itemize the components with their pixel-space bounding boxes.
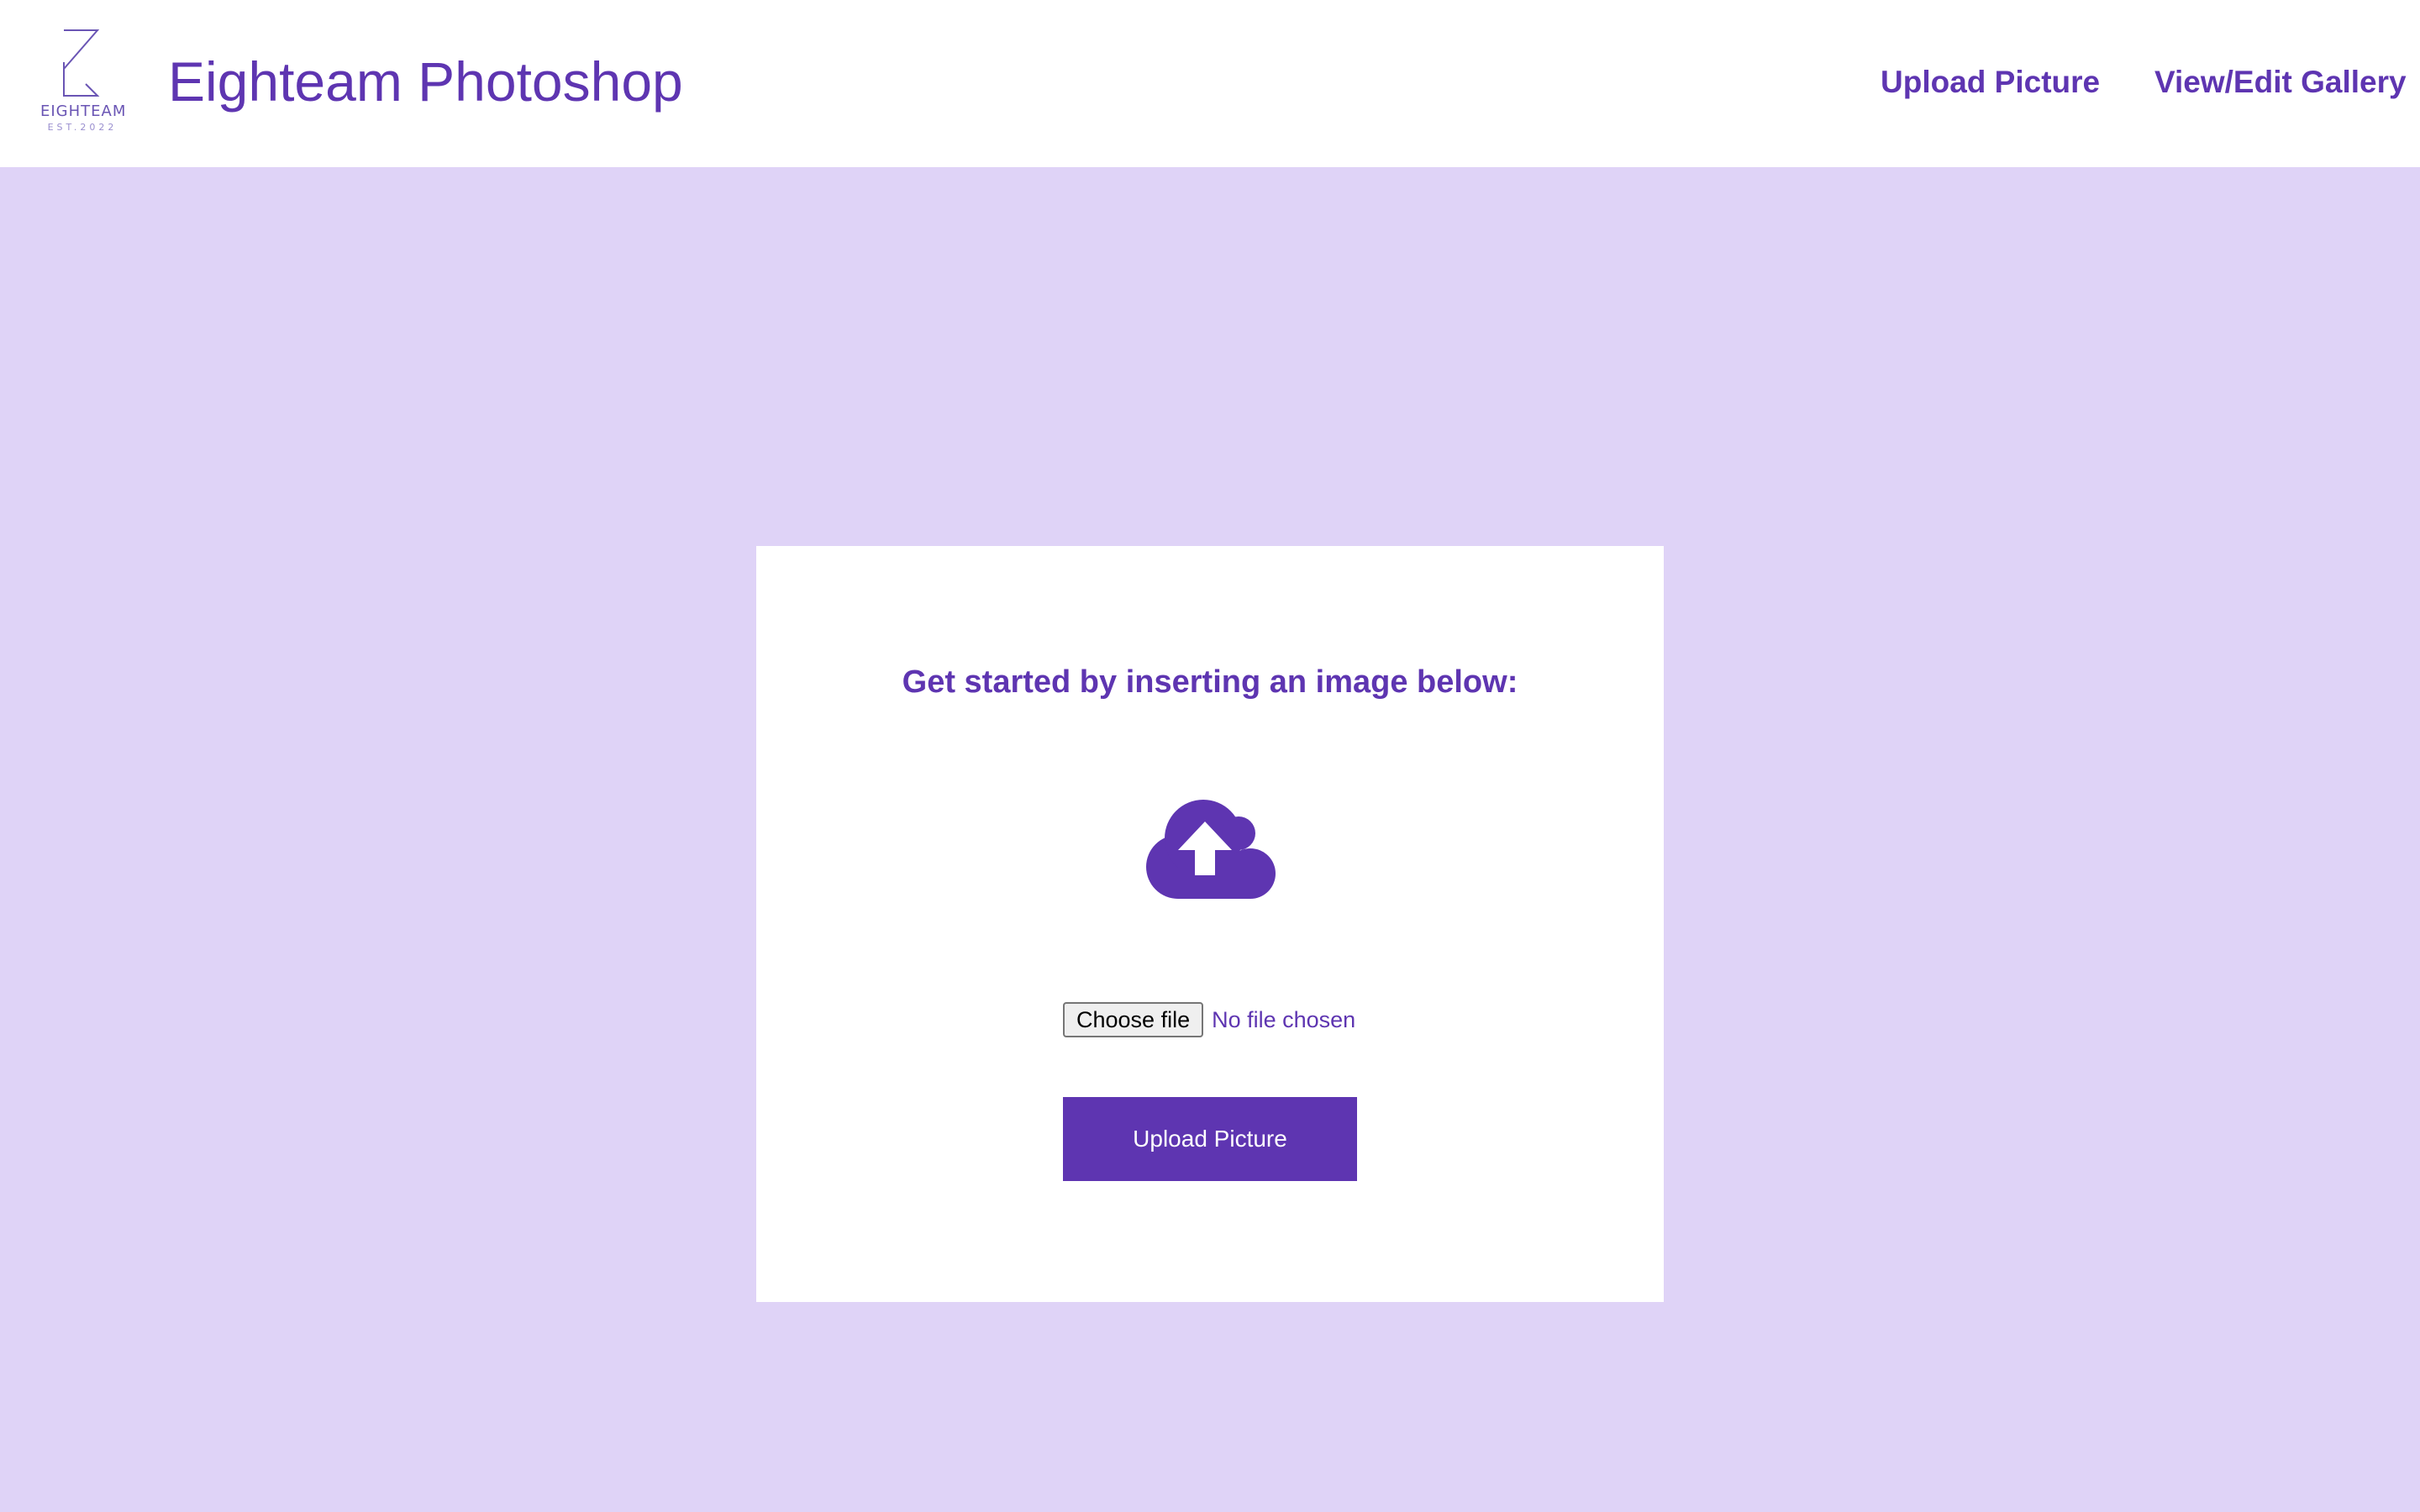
upload-card: Get started by inserting an image below:… xyxy=(756,546,1664,1302)
upload-heading: Get started by inserting an image below: xyxy=(902,664,1518,700)
nav-view-edit-gallery[interactable]: View/Edit Gallery xyxy=(2154,64,2407,101)
file-input: Choose file No file chosen xyxy=(1063,1001,1355,1038)
upload-picture-button[interactable]: Upload Picture xyxy=(1063,1097,1357,1181)
logo-established: EST.2022 xyxy=(47,122,118,133)
logo-wordmark: EIGHTEAM xyxy=(40,102,127,120)
file-status-text: No file chosen xyxy=(1212,1006,1356,1032)
brand-logo[interactable]: EIGHTEAM EST.2022 xyxy=(40,25,127,139)
choose-file-button[interactable]: Choose file xyxy=(1063,1002,1204,1037)
top-header: EIGHTEAM EST.2022 Eighteam Photoshop Upl… xyxy=(0,0,2420,167)
cloud-upload-icon xyxy=(1146,800,1276,899)
app-title: Eighteam Photoshop xyxy=(168,50,683,113)
eighteam-logo-icon xyxy=(63,29,100,97)
nav-upload-picture[interactable]: Upload Picture xyxy=(1881,64,2100,101)
